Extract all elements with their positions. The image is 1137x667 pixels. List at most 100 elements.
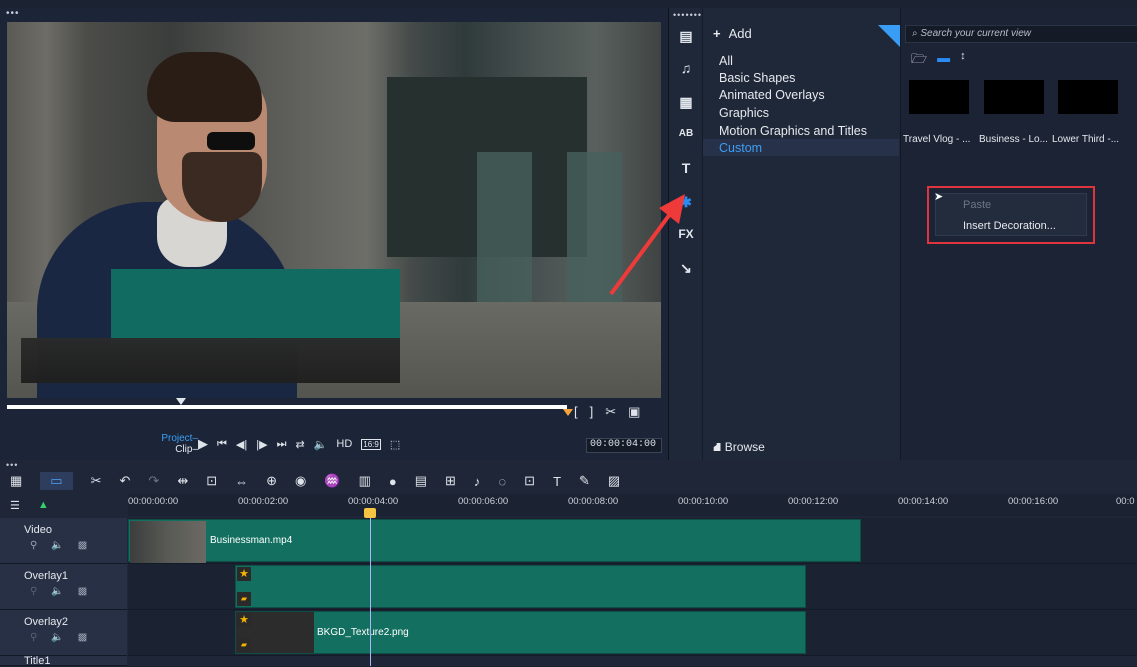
fit-timeline-icon[interactable]: ⇹	[177, 473, 188, 489]
instant-project-icon[interactable]: ▦	[676, 92, 696, 112]
split-screen-icon[interactable]: ⊞	[445, 473, 456, 489]
category-all[interactable]: All	[719, 54, 733, 68]
track-settings-icon[interactable]: ▩	[78, 540, 87, 551]
clip-label[interactable]: Clip	[175, 444, 192, 455]
sort-icon[interactable]: ↕	[960, 50, 966, 72]
add-button[interactable]: + Add	[713, 26, 752, 41]
category-animated-overlays[interactable]: Animated Overlays	[719, 88, 825, 102]
track-lane-overlay1[interactable]: ★ ▰	[128, 564, 1137, 610]
timeline-playhead[interactable]	[370, 516, 371, 666]
motion-icon[interactable]: ●	[389, 474, 397, 489]
playhead-handle[interactable]	[364, 508, 376, 518]
video-preview[interactable]	[7, 22, 661, 398]
search-input[interactable]: ⌕ Search your current view	[905, 25, 1137, 43]
link-icon[interactable]: ⚲	[30, 632, 37, 643]
track-lane-video[interactable]: Businessman.mp4	[128, 518, 1137, 564]
auto-music-icon[interactable]: ♪	[474, 474, 481, 489]
aspect-ratio-button[interactable]: 16:9	[361, 438, 381, 450]
track-list-icon[interactable]: ☰	[10, 499, 20, 512]
ripple-icon[interactable]: ⇔	[235, 474, 248, 489]
trim-marker[interactable]	[563, 409, 573, 416]
resize-icon[interactable]: ⬚	[390, 438, 400, 451]
audio-icon[interactable]: ♫	[676, 58, 696, 78]
track-header-video[interactable]: Video ⚲ 🔈 ▩	[0, 518, 127, 564]
overlay-texture-band[interactable]	[21, 338, 400, 383]
timeline-view-icon[interactable]: ▭	[40, 472, 73, 490]
pan-zoom-icon[interactable]: ⊡	[524, 473, 535, 489]
mark-out-icon[interactable]: ]	[590, 404, 594, 422]
video-clip[interactable]: Businessman.mp4	[128, 519, 861, 563]
color-icon[interactable]: ◉	[295, 473, 306, 489]
redo-icon[interactable]: ↷	[148, 473, 159, 489]
category-custom[interactable]: Custom	[719, 141, 762, 155]
context-menu: Paste Insert Decoration...	[935, 193, 1087, 236]
subtitle-icon[interactable]: ▤	[415, 473, 427, 489]
menu-item-paste[interactable]: Paste	[963, 199, 991, 211]
thumbnail-travel-vlog[interactable]	[909, 80, 969, 114]
audio-mixer-icon[interactable]: ♒	[324, 473, 340, 489]
project-label[interactable]: Project	[161, 433, 192, 444]
thumbnail-view-icon[interactable]: ▬	[937, 50, 950, 72]
category-motion-graphics[interactable]: Motion Graphics and Titles	[719, 124, 867, 138]
timecode-display[interactable]: 00:00:04:00	[586, 438, 662, 453]
ruler-tick: 00:00:04:00	[348, 496, 399, 507]
track-header-overlay1[interactable]: Overlay1 ⚲ 🔈 ▩	[0, 564, 127, 610]
track-settings-icon[interactable]: ▩	[78, 586, 87, 597]
window-pane	[477, 152, 532, 312]
media-icon[interactable]: ▤	[676, 26, 696, 46]
track-settings-icon[interactable]: ▩	[78, 632, 87, 643]
record-capture-icon[interactable]: ⊡	[206, 473, 217, 489]
scrubber-handle[interactable]	[176, 398, 186, 405]
scrubber-bar[interactable]	[7, 405, 567, 409]
panel-grip[interactable]: •••	[6, 8, 20, 19]
motion-icon: ▰	[237, 638, 251, 652]
previous-frame-icon[interactable]: ◀|	[236, 438, 247, 451]
go-to-end-icon[interactable]: ⏭	[277, 438, 287, 451]
storyboard-view-icon[interactable]: ▦	[10, 473, 22, 489]
title-icon[interactable]: T	[676, 158, 696, 178]
volume-icon[interactable]: 🔈	[314, 438, 328, 451]
painting-icon[interactable]: ▨	[608, 473, 620, 489]
link-icon[interactable]: ⚲	[30, 540, 37, 551]
play-icon[interactable]: ▶	[198, 436, 208, 452]
title-3d-icon[interactable]: T	[553, 474, 561, 489]
thumbnail-label: Travel Vlog - ...	[903, 134, 971, 145]
overlay2-clip[interactable]: ★ ▰ BKGD_Texture2.png	[235, 611, 806, 654]
mute-icon[interactable]: 🔈	[51, 586, 63, 597]
hd-button[interactable]: HD	[336, 438, 352, 450]
link-icon[interactable]: ⚲	[30, 586, 37, 597]
multicam-icon[interactable]: ▥	[359, 473, 371, 489]
track-lane-overlay2[interactable]: ★ ▰ BKGD_Texture2.png	[128, 610, 1137, 656]
tools-icon[interactable]: ✂	[91, 473, 102, 489]
ruler-tick: 00:0	[1116, 496, 1135, 507]
split-clip-icon[interactable]: ✂	[605, 404, 616, 422]
mask-creator-icon[interactable]: ✎	[579, 473, 590, 489]
mute-icon[interactable]: 🔈	[51, 632, 63, 643]
transition-icon[interactable]: AB	[676, 124, 696, 144]
thumbnail-lower-third[interactable]	[1058, 80, 1118, 114]
category-basic-shapes[interactable]: Basic Shapes	[719, 71, 795, 85]
browse-button[interactable]: ⛘ Browse	[713, 440, 765, 456]
repeat-icon[interactable]: ⇄	[295, 438, 304, 451]
add-track-icon[interactable]: ▲	[38, 499, 49, 511]
motion-track-icon[interactable]: ◌	[498, 474, 506, 489]
mark-in-icon[interactable]: [	[574, 404, 578, 422]
mask-icon[interactable]: ⊕	[266, 473, 277, 489]
overlay1-clip[interactable]: ★ ▰	[235, 565, 806, 608]
project-clip-toggle[interactable]: Project– Clip–	[150, 433, 198, 455]
thumbnail-business[interactable]	[984, 80, 1044, 114]
go-to-start-icon[interactable]: ⏮	[217, 438, 227, 451]
import-folder-icon[interactable]: 🗁	[911, 50, 927, 72]
overlay-teal-shape[interactable]	[111, 269, 400, 345]
category-graphics[interactable]: Graphics	[719, 106, 769, 120]
track-header-title1[interactable]: Title1	[0, 655, 127, 667]
track-header-overlay2[interactable]: Overlay2 ⚲ 🔈 ▩	[0, 610, 127, 656]
mute-icon[interactable]: 🔈	[51, 540, 63, 551]
menu-item-insert-decoration[interactable]: Insert Decoration...	[963, 220, 1056, 232]
undo-icon[interactable]: ↶	[120, 473, 131, 489]
pin-icon[interactable]	[878, 25, 901, 48]
next-frame-icon[interactable]: |▶	[256, 438, 267, 451]
track-name: Video	[24, 524, 52, 536]
snapshot-icon[interactable]: ▣	[628, 404, 640, 422]
plus-icon: +	[713, 26, 721, 41]
